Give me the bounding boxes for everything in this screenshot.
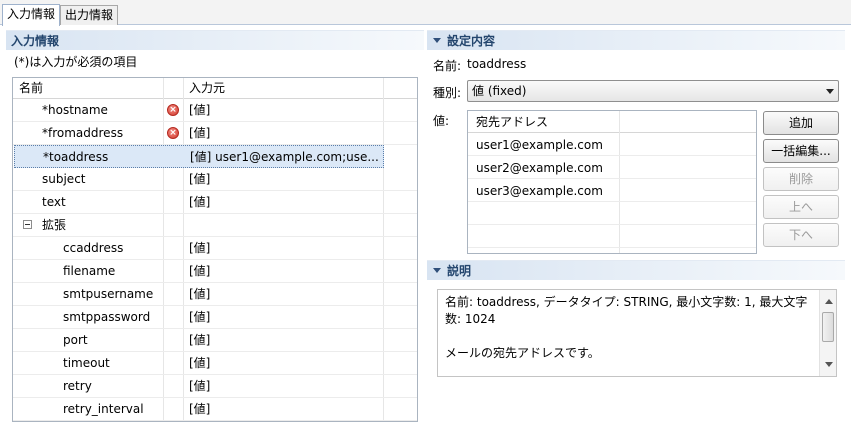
param-value: [値]: [189, 264, 211, 278]
table-row[interactable]: subject [値]: [13, 168, 417, 191]
chevron-down-icon: [826, 89, 834, 94]
table-row[interactable]: timeout [値]: [13, 352, 417, 375]
bulk-edit-button[interactable]: 一括編集...: [763, 139, 839, 163]
param-name: subject: [42, 172, 86, 186]
description-box: 名前: toaddress, データタイプ: STRING, 最小文字数: 1,…: [437, 289, 837, 377]
move-down-button[interactable]: 下へ: [763, 223, 839, 247]
param-value: [値] user1@example.com;use...: [190, 150, 379, 164]
param-value: [値]: [189, 103, 211, 117]
param-name: port: [63, 333, 88, 347]
description-header[interactable]: 説明: [427, 260, 845, 280]
address-row-empty[interactable]: [468, 203, 756, 225]
table-row[interactable]: text [値]: [13, 191, 417, 214]
param-value: [値]: [189, 195, 211, 209]
param-value: [値]: [189, 310, 211, 324]
collapse-icon[interactable]: [23, 220, 32, 229]
scroll-down-icon[interactable]: [825, 362, 833, 367]
column-header-source[interactable]: 入力元: [189, 78, 225, 98]
table-row[interactable]: port [値]: [13, 329, 417, 352]
type-label: 種別:: [433, 86, 462, 100]
param-name: *hostname: [42, 103, 108, 117]
scroll-thumb[interactable]: [822, 312, 834, 342]
settings-header[interactable]: 設定内容: [427, 30, 845, 50]
tab-input-info[interactable]: 入力情報: [2, 4, 61, 26]
param-name: ccaddress: [63, 241, 124, 255]
table-row[interactable]: ccaddress [値]: [13, 237, 417, 260]
param-value: [値]: [189, 402, 211, 416]
table-header: 名前 入力元: [13, 78, 417, 99]
column-header-name[interactable]: 名前: [19, 78, 43, 98]
param-name: retry_interval: [63, 402, 144, 416]
type-select-value: 値 (fixed): [472, 84, 527, 98]
vertical-scrollbar[interactable]: [819, 290, 836, 376]
param-value: [値]: [189, 126, 211, 140]
collapse-arrow-icon[interactable]: [433, 38, 441, 43]
param-name: *toaddress: [43, 150, 109, 164]
table-row[interactable]: *fromaddress × [値]: [13, 122, 417, 145]
tab-output-info[interactable]: 出力情報: [60, 5, 119, 25]
value-label: 値:: [433, 114, 450, 128]
address-row-empty[interactable]: [468, 226, 756, 248]
param-value: [値]: [189, 379, 211, 393]
table-row[interactable]: retry [値]: [13, 375, 417, 398]
table-row[interactable]: retry_interval [値]: [13, 398, 417, 421]
param-name: smtppassword: [63, 310, 151, 324]
param-name: *fromaddress: [42, 126, 124, 140]
address-table: 宛先アドレス user1@example.com user2@example.c…: [467, 110, 757, 254]
name-value: toaddress: [467, 57, 527, 71]
collapse-arrow-icon[interactable]: [433, 268, 441, 273]
move-up-button[interactable]: 上へ: [763, 195, 839, 219]
table-row[interactable]: smtpusername [値]: [13, 283, 417, 306]
name-label: 名前:: [433, 59, 462, 73]
param-name: timeout: [63, 356, 110, 370]
address-row[interactable]: user3@example.com: [468, 180, 756, 202]
address-row[interactable]: user1@example.com: [468, 134, 756, 156]
required-note: (*)は入力が必須の項目: [14, 55, 138, 69]
param-name: text: [42, 195, 66, 209]
param-name: retry: [63, 379, 92, 393]
input-info-header: 入力情報: [6, 30, 424, 50]
param-value: [値]: [189, 356, 211, 370]
param-value: [値]: [189, 241, 211, 255]
group-name: 拡張: [42, 218, 67, 232]
address-row[interactable]: user2@example.com: [468, 157, 756, 179]
column-header-address[interactable]: 宛先アドレス: [468, 111, 756, 133]
param-value: [値]: [189, 172, 211, 186]
param-value: [値]: [189, 287, 211, 301]
param-name: filename: [63, 264, 116, 278]
add-button[interactable]: 追加: [763, 111, 839, 135]
table-row-group[interactable]: 拡張: [13, 214, 417, 237]
type-select[interactable]: 値 (fixed): [467, 80, 839, 102]
param-value: [値]: [189, 333, 211, 347]
input-table: 名前 入力元 *hostname × [値] *fromaddress × [値…: [12, 77, 418, 422]
delete-button[interactable]: 削除: [763, 167, 839, 191]
table-row[interactable]: smtppassword [値]: [13, 306, 417, 329]
description-text: 名前: toaddress, データタイプ: STRING, 最小文字数: 1,…: [445, 295, 808, 360]
table-row[interactable]: filename [値]: [13, 260, 417, 283]
scroll-up-icon[interactable]: [825, 299, 833, 304]
tab-bar: 入力情報 出力情報: [0, 0, 851, 26]
param-name: smtpusername: [63, 287, 154, 301]
error-icon: ×: [167, 127, 179, 139]
table-row-selected[interactable]: *toaddress [値] user1@example.com;use...: [14, 145, 384, 168]
error-icon: ×: [167, 104, 179, 116]
table-row[interactable]: *hostname × [値]: [13, 99, 417, 122]
